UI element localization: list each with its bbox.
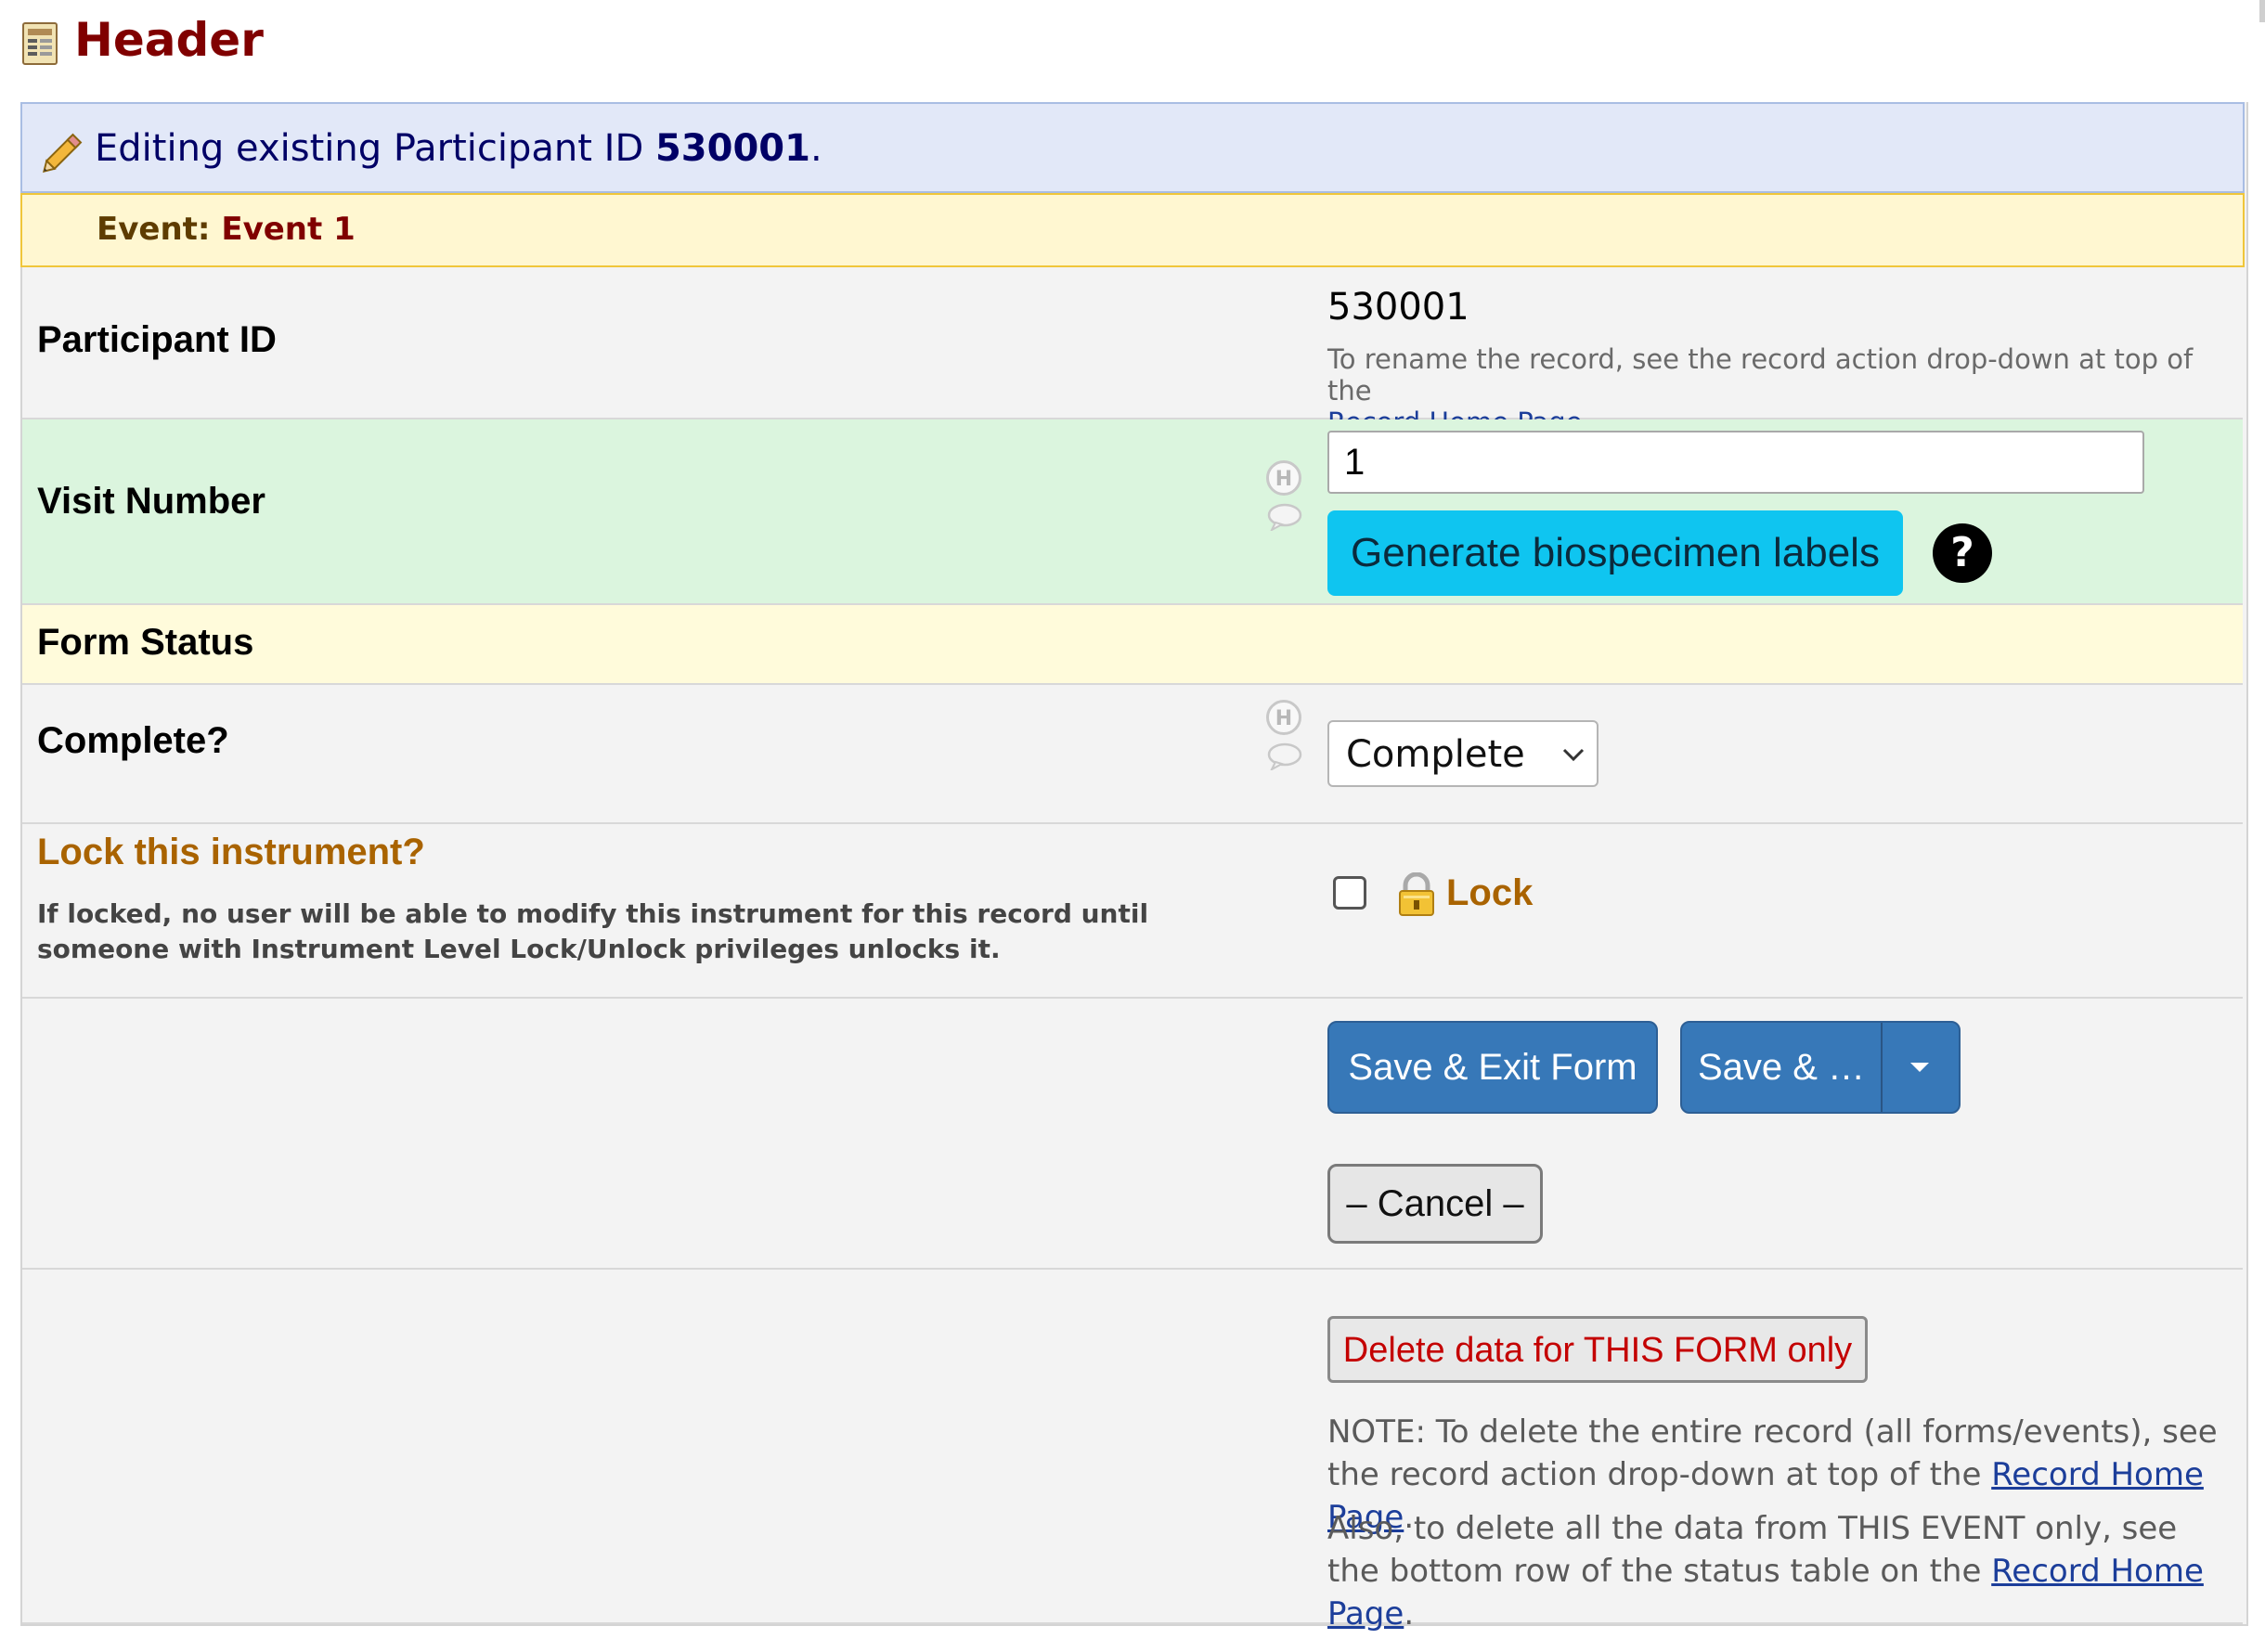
save-exit-form-button[interactable]: Save & Exit Form: [1327, 1021, 1658, 1114]
participant-id-row: Participant ID 530001 To rename the reco…: [22, 267, 2243, 438]
split-divider: [1881, 1023, 1883, 1112]
complete-select[interactable]: Complete: [1327, 720, 1598, 787]
lock-instrument-label: Lock this instrument?: [37, 832, 425, 872]
complete-row: Complete? H Complete: [22, 685, 2243, 824]
complete-label: Complete?: [37, 720, 229, 761]
field-note-icons: H: [1266, 700, 1307, 774]
save-actions-row: Save & Exit Form Save & … – Cancel –: [22, 999, 2243, 1270]
form-status-heading: Form Status: [37, 622, 254, 663]
lock-row: Lock this instrument? If locked, no user…: [22, 824, 2243, 999]
editing-prefix: Editing existing Participant ID: [95, 127, 644, 170]
visit-number-label: Visit Number: [37, 481, 265, 522]
lock-checkbox-label: Lock: [1446, 872, 1534, 913]
save-more-label: Save & …: [1697, 1047, 1866, 1088]
event-name: Event 1: [221, 211, 356, 248]
visit-number-row: Visit Number H Generate biospecimen labe…: [22, 419, 2243, 605]
complete-selected-value: Complete: [1346, 733, 1525, 776]
padlock-icon: [1399, 872, 1434, 916]
history-icon[interactable]: H: [1266, 700, 1301, 735]
participant-id-label: Participant ID: [37, 319, 277, 360]
form-status-section: Form Status: [22, 605, 2243, 685]
participant-id-value: 530001: [1327, 286, 1469, 329]
scrollbar-edge[interactable]: [2259, 0, 2265, 22]
comment-bubble-icon[interactable]: [1266, 503, 1303, 533]
editing-suffix: .: [809, 127, 822, 170]
caret-down-icon[interactable]: [1907, 1060, 1933, 1075]
delete-event-note-suffix: .: [1404, 1595, 1415, 1633]
form-icon: [22, 22, 58, 65]
page-title: Header: [74, 13, 264, 67]
delete-form-data-button[interactable]: Delete data for THIS FORM only: [1327, 1316, 1868, 1383]
editing-message: Editing existing Participant ID 530001.: [95, 126, 822, 171]
rename-note-text: To rename the record, see the record act…: [1327, 343, 2194, 407]
history-icon[interactable]: H: [1266, 460, 1301, 496]
field-note-icons: H: [1266, 460, 1307, 535]
cancel-button[interactable]: – Cancel –: [1327, 1164, 1543, 1244]
pencil-icon: [42, 133, 83, 174]
delete-event-note: Also, to delete all the data from THIS E…: [1327, 1507, 2219, 1635]
event-prefix: Event:: [97, 211, 211, 248]
delete-actions-row: Delete data for THIS FORM only NOTE: To …: [22, 1270, 2243, 1633]
help-icon[interactable]: ?: [1933, 523, 1992, 583]
record-id: 530001: [654, 127, 810, 170]
visit-number-input[interactable]: [1327, 431, 2144, 494]
chevron-down-icon: [1562, 748, 1585, 762]
lock-checkbox[interactable]: [1333, 876, 1366, 910]
lock-description: If locked, no user will be able to modif…: [37, 898, 1149, 964]
comment-bubble-icon[interactable]: [1266, 742, 1303, 772]
generate-biospecimen-labels-button[interactable]: Generate biospecimen labels: [1327, 510, 1903, 596]
event-label: Event: Event 1: [97, 210, 356, 249]
